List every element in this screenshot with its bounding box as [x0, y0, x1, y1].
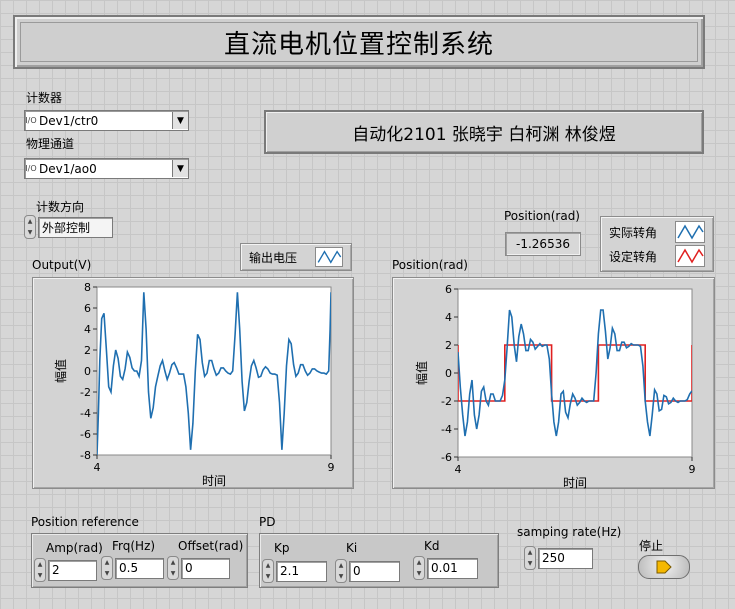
- y-tick-label: -8: [80, 449, 91, 462]
- sampling-value: 250: [542, 551, 565, 565]
- y-tick-label: 0: [84, 365, 91, 378]
- ki-value: 0: [353, 564, 361, 578]
- y-tick-label: 6: [445, 283, 452, 296]
- sampling-input[interactable]: 250: [538, 547, 593, 569]
- y-tick-label: -6: [441, 451, 452, 464]
- y-axis-label: 幅值: [414, 361, 429, 385]
- x-axis-label: 时间: [202, 474, 226, 488]
- play-icon: [656, 560, 672, 574]
- offset-control[interactable]: ▲ ▼ 0: [167, 556, 230, 580]
- y-tick-label: -4: [80, 407, 91, 420]
- y-tick-label: 8: [84, 281, 91, 294]
- amp-label: Amp(rad): [46, 541, 103, 555]
- y-tick-label: 2: [445, 339, 452, 352]
- y-tick-label: 4: [445, 311, 452, 324]
- spin-arrows-icon[interactable]: ▲ ▼: [101, 556, 113, 580]
- frq-input[interactable]: 0.5: [115, 557, 164, 579]
- y-axis-label: 幅值: [53, 359, 68, 383]
- output-chart[interactable]: -8 -6 -4 -2 0 2 4 6 8 4 9 时间 幅值: [53, 281, 335, 488]
- offset-input[interactable]: 0: [181, 557, 230, 579]
- y-tick-label: 2: [84, 344, 91, 357]
- kd-value: 0.01: [431, 561, 458, 575]
- kp-value: 2.1: [280, 564, 300, 578]
- frq-label: Frq(Hz): [112, 539, 156, 553]
- frq-control[interactable]: ▲ ▼ 0.5: [101, 556, 164, 580]
- spin-arrows-icon[interactable]: ▲ ▼: [262, 559, 274, 583]
- x-tick-label: 9: [328, 461, 335, 474]
- stop-button[interactable]: [638, 555, 690, 579]
- frq-value: 0.5: [119, 561, 139, 575]
- y-tick-label: -2: [80, 386, 91, 399]
- kd-control[interactable]: ▲ ▼ 0.01: [413, 556, 478, 580]
- spin-arrows-icon[interactable]: ▲ ▼: [335, 559, 347, 583]
- y-tick-label: -2: [441, 395, 452, 408]
- position-reference-label: Position reference: [31, 515, 139, 529]
- sampling-control[interactable]: ▲ ▼ 250: [524, 546, 593, 570]
- plot-area[interactable]: [457, 288, 693, 458]
- x-tick-label: 9: [689, 463, 696, 476]
- ki-label: Ki: [346, 541, 358, 555]
- ki-input[interactable]: 0: [349, 560, 400, 582]
- pd-label: PD: [259, 515, 276, 529]
- kp-control[interactable]: ▲ ▼ 2.1: [262, 559, 327, 583]
- x-tick-label: 4: [94, 461, 101, 474]
- y-tick-label: 6: [84, 302, 91, 315]
- kp-input[interactable]: 2.1: [276, 560, 327, 582]
- ki-control[interactable]: ▲ ▼ 0: [335, 559, 400, 583]
- stop-label: 停止: [639, 539, 664, 553]
- y-tick-label: 0: [445, 367, 452, 380]
- spin-arrows-icon[interactable]: ▲ ▼: [167, 556, 179, 580]
- spin-arrows-icon[interactable]: ▲ ▼: [524, 546, 536, 570]
- x-tick-label: 4: [455, 463, 462, 476]
- offset-label: Offset(rad): [178, 539, 244, 553]
- position-chart[interactable]: -6 -4 -2 0 2 4 6 4 9 时间 幅值: [414, 283, 696, 490]
- y-tick-label: 4: [84, 323, 91, 336]
- y-tick-label: -4: [441, 423, 452, 436]
- kp-label: Kp: [274, 541, 290, 555]
- kd-label: Kd: [424, 539, 440, 553]
- amp-input[interactable]: 2: [48, 559, 97, 581]
- spin-arrows-icon[interactable]: ▲ ▼: [413, 556, 425, 580]
- y-tick-label: -6: [80, 428, 91, 441]
- sampling-label: samping rate(Hz): [517, 525, 622, 539]
- x-axis-label: 时间: [563, 476, 587, 490]
- amp-control[interactable]: ▲ ▼ 2: [34, 558, 97, 582]
- amp-value: 2: [52, 563, 60, 577]
- offset-value: 0: [185, 561, 193, 575]
- spin-arrows-icon[interactable]: ▲ ▼: [34, 558, 46, 582]
- kd-input[interactable]: 0.01: [427, 557, 478, 579]
